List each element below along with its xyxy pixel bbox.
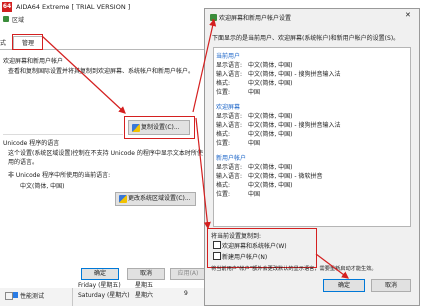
arrow-checkboxes-to-ok (315, 253, 349, 279)
arrow-copy-to-dialog (192, 18, 217, 113)
annotation-arrows (41, 18, 349, 279)
arrow-tab-to-copy (41, 35, 126, 114)
arrow-copy-to-checkboxes (195, 117, 211, 230)
